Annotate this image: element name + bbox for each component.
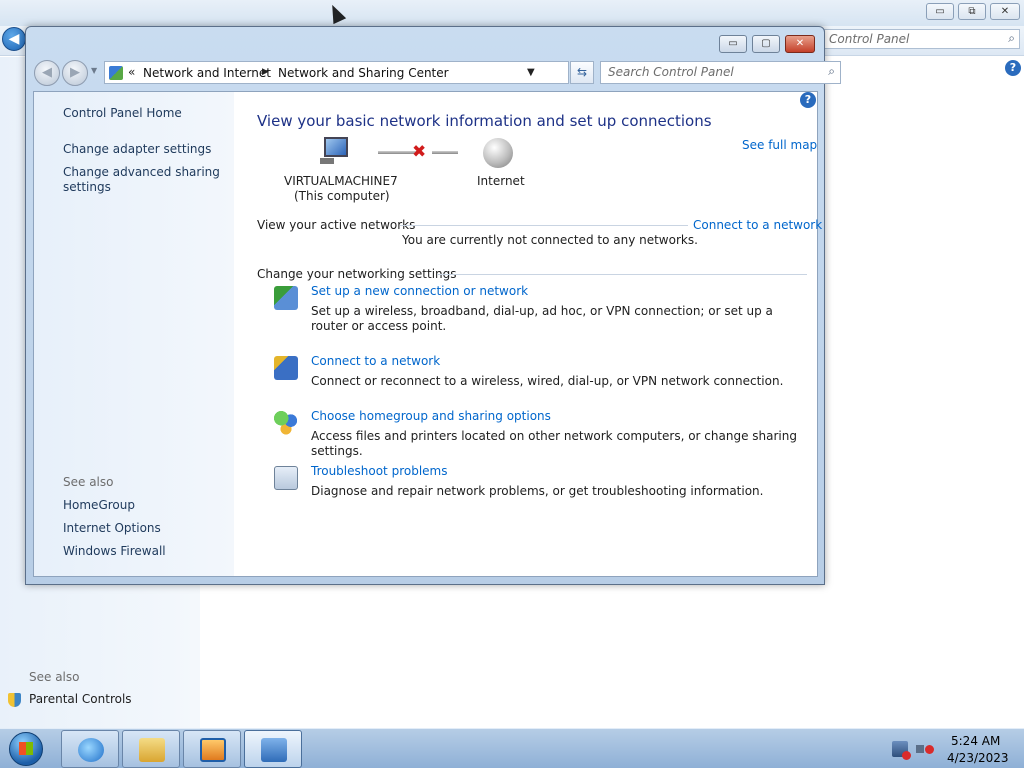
address-dropdown-icon[interactable]: ▼	[527, 67, 535, 78]
main-content: ? View your basic network information an…	[234, 92, 822, 576]
taskbar-windows-explorer[interactable]	[122, 730, 180, 768]
magnifier-icon: ⌕	[1008, 31, 1015, 45]
divider	[437, 274, 807, 275]
task-description: Set up a wireless, broadband, dial-up, a…	[311, 304, 773, 333]
homegroup-icon	[274, 411, 298, 435]
taskbar-internet-explorer[interactable]	[61, 730, 119, 768]
background-back-arrow-icon[interactable]: ◀	[2, 27, 26, 51]
homegroup-link[interactable]: HomeGroup	[63, 498, 135, 513]
background-minimize-button[interactable]: ▭	[926, 3, 954, 20]
connect-network-task-link[interactable]: Connect to a network	[311, 354, 440, 368]
clock-date[interactable]: 4/23/2023	[947, 751, 1009, 765]
breadcrumb-network-and-internet[interactable]: Network and Internet	[143, 66, 271, 80]
background-search-input[interactable]: Control Panel ⌕	[824, 29, 1020, 49]
page-title: View your basic network information and …	[257, 112, 712, 130]
maximize-button[interactable]: ▢	[752, 35, 780, 53]
parental-controls-label: Parental Controls	[29, 692, 132, 706]
active-networks-heading: View your active networks	[257, 218, 416, 232]
window-titlebar[interactable]: ▭ ▢ ✕	[26, 27, 824, 57]
disconnected-x-icon[interactable]: ✖	[412, 142, 426, 162]
window-client-area: Control Panel Home Change adapter settin…	[33, 91, 822, 577]
troubleshoot-link[interactable]: Troubleshoot problems	[311, 464, 447, 478]
internet-globe-icon[interactable]	[483, 138, 513, 168]
see-full-map-link[interactable]: See full map	[742, 138, 817, 152]
media-player-icon	[200, 738, 226, 762]
notification-area: 5:24 AM 4/23/2023	[886, 729, 1024, 768]
connection-line	[432, 151, 458, 154]
control-panel-icon	[261, 738, 287, 762]
search-input[interactable]: Search Control Panel ⌕	[600, 61, 841, 84]
task-homegroup: Choose homegroup and sharing options Acc…	[274, 409, 814, 458]
background-help-icon[interactable]: ?	[1005, 60, 1021, 76]
help-icon[interactable]: ?	[800, 92, 816, 108]
internet-label: Internet	[477, 174, 525, 188]
forward-button[interactable]: ▶	[62, 60, 88, 86]
networking-settings-heading: Change your networking settings	[257, 267, 457, 281]
troubleshoot-icon	[274, 466, 298, 490]
recent-pages-dropdown-icon[interactable]: ▼	[91, 66, 97, 75]
background-close-button[interactable]: ✕	[990, 3, 1020, 20]
setup-connection-link[interactable]: Set up a new connection or network	[311, 284, 528, 298]
network-disconnected-icon[interactable]	[892, 741, 911, 760]
computer-icon[interactable]	[320, 137, 354, 165]
navigation-bar: ◀ ▶ ▼ « Network and Internet ▶ Network a…	[32, 59, 841, 86]
internet-explorer-icon	[78, 738, 104, 762]
left-task-pane: Control Panel Home Change adapter settin…	[34, 92, 234, 576]
breadcrumb-separator-icon[interactable]: ▶	[262, 67, 269, 77]
homegroup-sharing-link[interactable]: Choose homegroup and sharing options	[311, 409, 551, 423]
change-adapter-settings-link[interactable]: Change adapter settings	[63, 142, 211, 157]
taskbar-control-panel[interactable]	[244, 730, 302, 768]
not-connected-message: You are currently not connected to any n…	[402, 233, 698, 247]
task-setup-connection: Set up a new connection or network Set u…	[274, 284, 814, 340]
refresh-button[interactable]: ⇆	[570, 61, 594, 84]
search-placeholder: Search Control Panel	[608, 65, 734, 79]
new-connection-icon	[274, 286, 298, 310]
start-button[interactable]	[3, 730, 49, 768]
connect-to-network-link[interactable]: Connect to a network	[693, 218, 822, 232]
back-button[interactable]: ◀	[34, 60, 60, 86]
close-button[interactable]: ✕	[785, 35, 815, 53]
breadcrumb-network-and-sharing-center[interactable]: Network and Sharing Center	[278, 66, 449, 80]
background-search-placeholder: Control Panel	[829, 32, 910, 46]
control-panel-home-link[interactable]: Control Panel Home	[63, 106, 182, 121]
change-advanced-sharing-link[interactable]: Change advanced sharing settings	[63, 165, 223, 195]
see-also-heading: See also	[63, 475, 114, 489]
background-titlebar: ▭ ⧉ ✕	[0, 0, 1024, 26]
background-see-also-heading: See also	[29, 670, 80, 684]
windows-flag-icon	[19, 742, 33, 755]
breadcrumb-overflow[interactable]: «	[128, 65, 135, 79]
control-panel-icon	[109, 66, 123, 80]
network-sharing-center-window: ▭ ▢ ✕ ◀ ▶ ▼ « Network and Internet ▶ Net…	[25, 26, 841, 585]
task-troubleshoot: Troubleshoot problems Diagnose and repai…	[274, 464, 814, 500]
task-description: Access files and printers located on oth…	[311, 429, 797, 458]
taskbar: 5:24 AM 4/23/2023	[0, 728, 1024, 768]
divider	[400, 225, 688, 226]
task-connect-network: Connect to a network Connect or reconnec…	[274, 354, 814, 390]
folder-icon	[139, 738, 165, 762]
connect-network-icon	[274, 356, 298, 380]
volume-muted-icon[interactable]	[916, 741, 934, 757]
background-restore-button[interactable]: ⧉	[958, 3, 986, 20]
taskbar-media-player[interactable]	[183, 730, 241, 768]
minimize-button[interactable]: ▭	[719, 35, 747, 53]
task-description: Diagnose and repair network problems, or…	[311, 484, 764, 498]
task-description: Connect or reconnect to a wireless, wire…	[311, 374, 784, 388]
shield-icon	[8, 693, 21, 707]
computer-subtitle: (This computer)	[294, 189, 390, 203]
internet-options-link[interactable]: Internet Options	[63, 521, 161, 536]
magnifier-icon: ⌕	[828, 64, 835, 78]
address-bar[interactable]: « Network and Internet ▶ Network and Sha…	[104, 61, 569, 84]
clock-time[interactable]: 5:24 AM	[951, 734, 1000, 748]
windows-firewall-link[interactable]: Windows Firewall	[63, 544, 166, 559]
computer-name: VIRTUALMACHINE7	[284, 174, 398, 188]
